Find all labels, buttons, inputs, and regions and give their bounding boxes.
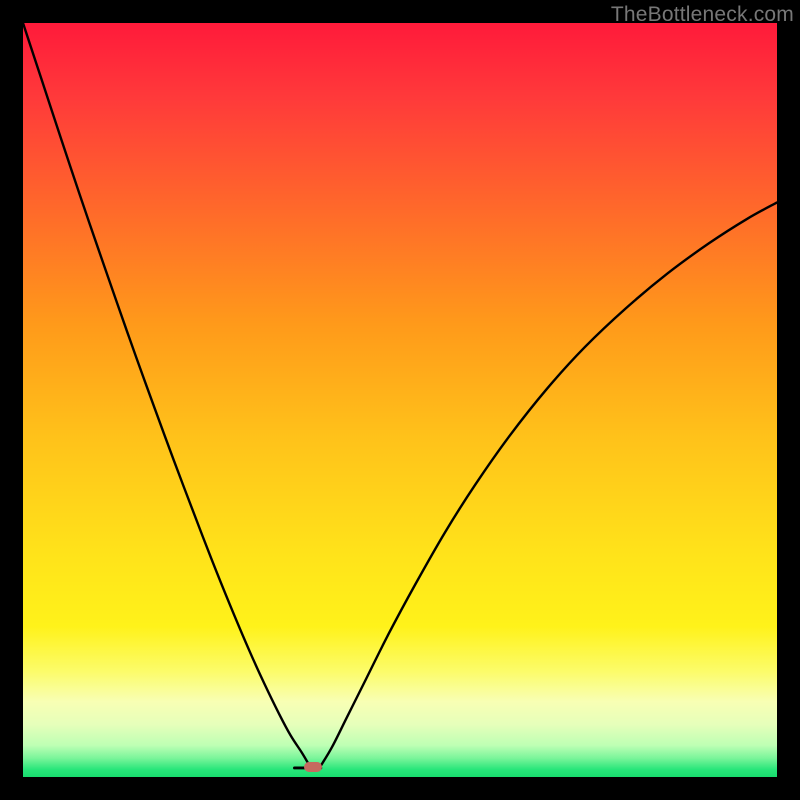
watermark-text: TheBottleneck.com [611,3,794,27]
optimum-marker [304,762,322,772]
chart-frame [23,23,777,777]
chart-plot [23,23,777,777]
gradient-background [23,23,777,777]
